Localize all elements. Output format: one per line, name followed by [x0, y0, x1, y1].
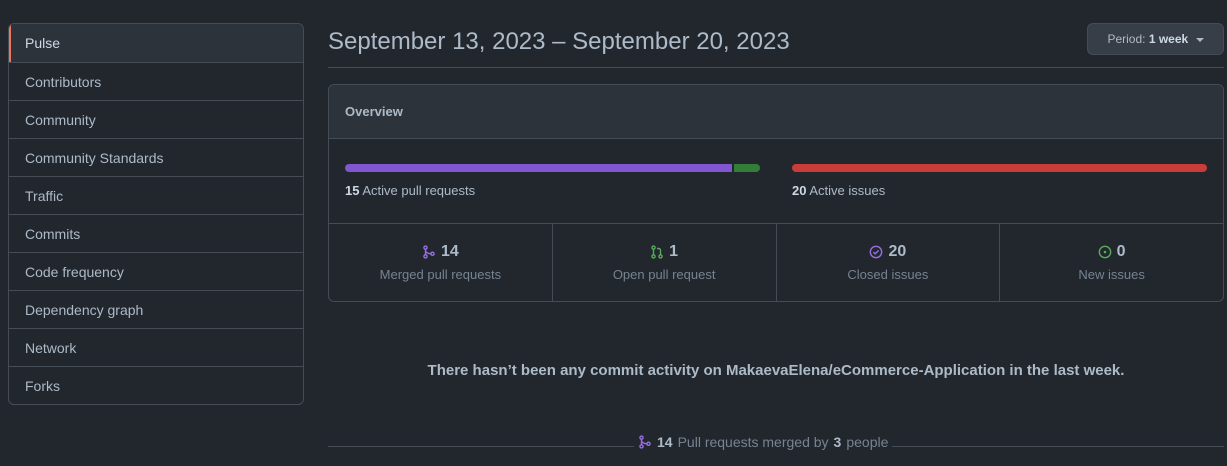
stat-closed-issues[interactable]: 20 Closed issues: [775, 224, 1000, 301]
activity-bars: 15 Active pull requests 20 Active issues: [329, 139, 1223, 224]
period-value: 1 week: [1148, 32, 1189, 46]
overview-panel: Overview 15 Active pull requests 20 Acti…: [328, 84, 1224, 302]
merged-summary: 14 Pull requests merged by 3 people: [634, 434, 893, 450]
sidebar-item-forks[interactable]: Forks: [9, 366, 303, 404]
closed-issues-label: Closed issues: [847, 267, 929, 282]
sidebar-item-code-frequency[interactable]: Code frequency: [9, 252, 303, 290]
merge-icon: [423, 245, 435, 259]
active-pr-label: Active pull requests: [362, 183, 476, 198]
overview-title: Overview: [329, 85, 1223, 139]
period-select-button[interactable]: Period: 1 week: [1087, 23, 1224, 55]
pull-request-icon: [651, 245, 663, 259]
sidebar-item-community[interactable]: Community: [9, 100, 303, 138]
sidebar-item-traffic[interactable]: Traffic: [9, 176, 303, 214]
period-label: Period:: [1107, 32, 1146, 46]
pull-requests-bar[interactable]: [345, 164, 760, 172]
commit-activity-message: There hasn’t been any commit activity on…: [427, 362, 1125, 379]
merged-summary-people-label: people: [846, 434, 889, 450]
merged-label: Merged pull requests: [379, 267, 502, 282]
merged-summary-text: Pull requests merged by: [677, 434, 829, 450]
active-issues-link[interactable]: 20 Active issues: [792, 183, 885, 198]
merge-icon: [639, 435, 651, 449]
caret-down-icon: [1195, 37, 1204, 42]
repo-insights-sidebar: Pulse Contributors Community Community S…: [8, 23, 304, 405]
active-pull-requests-link[interactable]: 15 Active pull requests: [345, 183, 475, 198]
new-issues-label: New issues: [1078, 267, 1145, 282]
merged-summary-count: 14: [657, 434, 673, 450]
stat-new-issues[interactable]: 0 New issues: [999, 224, 1223, 301]
header-divider: [328, 67, 1224, 68]
active-issues-label: Active issues: [809, 183, 886, 198]
issues-bar[interactable]: [792, 164, 1207, 172]
active-issues-count: 20: [792, 183, 807, 198]
sidebar-item-commits[interactable]: Commits: [9, 214, 303, 252]
closed-issues-segment: [792, 164, 1207, 172]
active-pr-count: 15: [345, 183, 360, 198]
open-pr-segment: [734, 164, 760, 172]
stat-merged-pull-requests[interactable]: 14 Merged pull requests: [329, 224, 552, 301]
open-pr-count: 1: [669, 243, 679, 260]
sidebar-item-network[interactable]: Network: [9, 328, 303, 366]
date-range-title: September 13, 2023 – September 20, 2023: [328, 28, 790, 55]
issue-closed-icon: [870, 245, 883, 259]
sidebar-item-pulse[interactable]: Pulse: [9, 24, 303, 62]
closed-issues-count: 20: [888, 243, 907, 260]
stat-open-pull-request[interactable]: 1 Open pull request: [551, 224, 776, 301]
merged-count: 14: [440, 243, 459, 260]
sidebar-item-community-standards[interactable]: Community Standards: [9, 138, 303, 176]
new-issues-count: 0: [1116, 243, 1126, 260]
sidebar-item-dependency-graph[interactable]: Dependency graph: [9, 290, 303, 328]
sidebar-item-contributors[interactable]: Contributors: [9, 62, 303, 100]
overview-stats: 14 Merged pull requests 1 Open pull requ…: [329, 224, 1223, 301]
open-pr-label: Open pull request: [612, 267, 716, 282]
merged-pr-segment: [345, 164, 733, 172]
merged-summary-people-count: 3: [833, 434, 842, 450]
issue-open-icon: [1098, 245, 1112, 259]
